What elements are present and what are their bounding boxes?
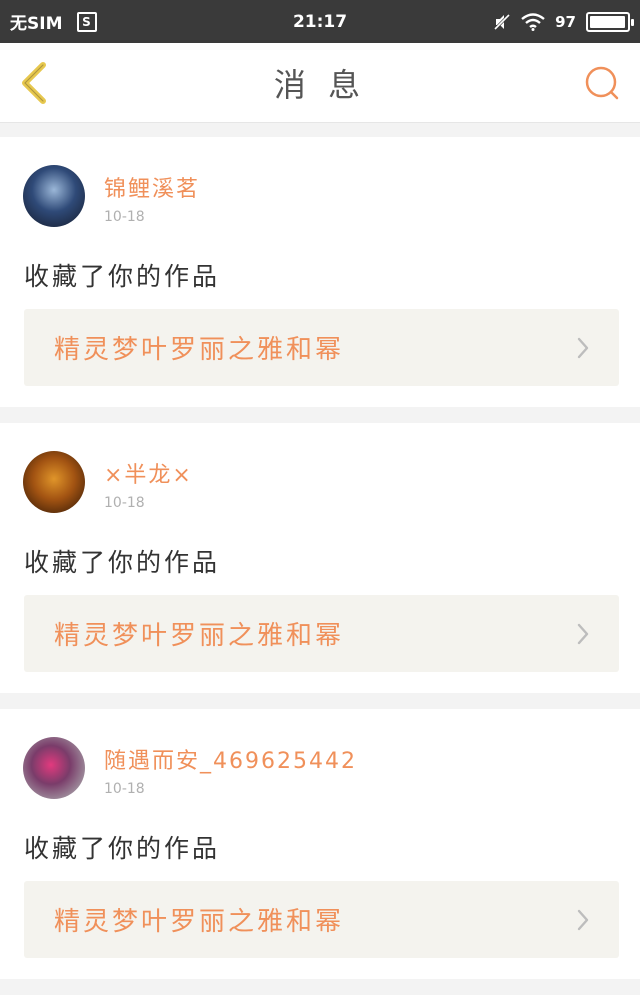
message-card: 随遇而安_469625442 10-18 收藏了你的作品 精灵梦叶罗丽之雅和幂 bbox=[0, 709, 640, 979]
work-link[interactable]: 精灵梦叶罗丽之雅和幂 bbox=[24, 881, 619, 958]
chevron-right-icon bbox=[577, 623, 589, 644]
page-title: 消 息 bbox=[273, 65, 367, 104]
chevron-right-icon bbox=[577, 337, 589, 358]
action-text: 收藏了你的作品 bbox=[24, 834, 221, 863]
mute-icon bbox=[494, 13, 511, 30]
work-link[interactable]: 精灵梦叶罗丽之雅和幂 bbox=[24, 595, 619, 672]
avatar[interactable] bbox=[23, 165, 85, 227]
work-link[interactable]: 精灵梦叶罗丽之雅和幂 bbox=[24, 309, 619, 386]
chevron-right-icon bbox=[577, 909, 589, 930]
work-title: 精灵梦叶罗丽之雅和幂 bbox=[54, 907, 345, 937]
status-right: 97 bbox=[493, 11, 634, 32]
search-button[interactable] bbox=[582, 63, 622, 103]
message-card: ×半龙× 10-18 收藏了你的作品 精灵梦叶罗丽之雅和幂 bbox=[0, 423, 640, 693]
wifi-icon bbox=[521, 12, 545, 31]
chevron-left-icon bbox=[22, 62, 46, 104]
work-title: 精灵梦叶罗丽之雅和幂 bbox=[54, 621, 345, 651]
sim-card-icon: S bbox=[76, 11, 97, 32]
message-date: 10-18 bbox=[104, 209, 145, 225]
message-card: 锦鲤溪茗 10-18 收藏了你的作品 精灵梦叶罗丽之雅和幂 bbox=[0, 137, 640, 407]
message-date: 10-18 bbox=[104, 495, 145, 511]
battery-level bbox=[590, 15, 625, 28]
back-button[interactable] bbox=[12, 59, 56, 107]
status-left: 无SIM S bbox=[10, 9, 97, 34]
action-text: 收藏了你的作品 bbox=[24, 548, 221, 577]
app-header: 消 息 bbox=[0, 43, 640, 123]
avatar[interactable] bbox=[23, 737, 85, 799]
search-icon bbox=[585, 66, 619, 100]
message-list: 锦鲤溪茗 10-18 收藏了你的作品 精灵梦叶罗丽之雅和幂 ×半龙× 10-18… bbox=[0, 137, 640, 995]
avatar[interactable] bbox=[23, 451, 85, 513]
message-date: 10-18 bbox=[104, 781, 145, 797]
work-title: 精灵梦叶罗丽之雅和幂 bbox=[54, 335, 345, 365]
battery-percent: 97 bbox=[555, 12, 576, 31]
action-text: 收藏了你的作品 bbox=[24, 262, 221, 291]
username[interactable]: ×半龙× bbox=[104, 457, 193, 489]
username[interactable]: 随遇而安_469625442 bbox=[104, 743, 357, 775]
sim-status: 无SIM bbox=[10, 14, 63, 34]
username[interactable]: 锦鲤溪茗 bbox=[104, 171, 200, 203]
status-bar: 无SIM S 21:17 97 bbox=[0, 0, 640, 43]
battery-icon bbox=[586, 11, 634, 32]
